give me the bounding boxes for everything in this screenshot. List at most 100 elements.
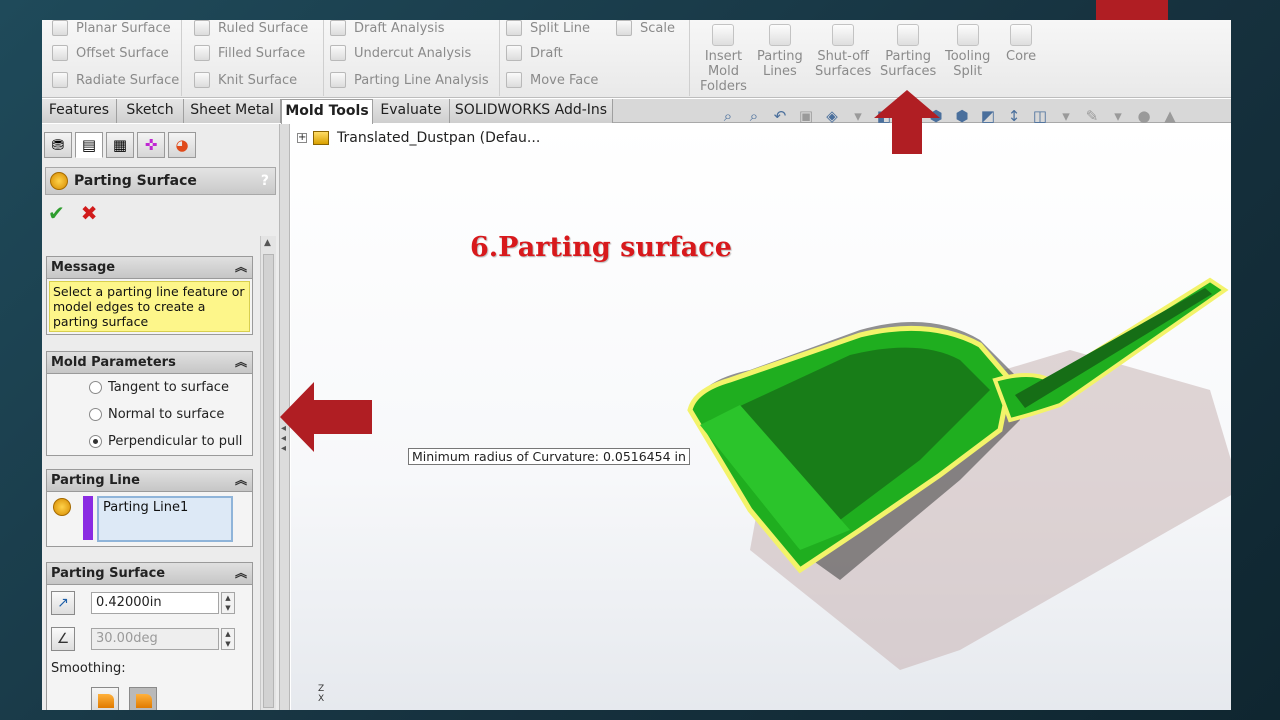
section-view-icon[interactable]: ▣ — [796, 106, 816, 126]
scale-button[interactable]: Scale — [616, 20, 675, 36]
ok-cancel-bar: ✔ ✖ — [48, 201, 98, 225]
parting-line-selection-box[interactable]: Parting Line1 — [97, 496, 233, 542]
parting-lines-label: Parting Lines — [757, 49, 803, 79]
dimxpert-tab[interactable]: ✜ — [137, 132, 165, 158]
tab-sheet-metal[interactable]: Sheet Metal — [184, 99, 281, 123]
perspective-icon[interactable]: ◩ — [978, 106, 998, 126]
parting-surface-group: Parting Surface ︽ ↗ 0.42000in ▲ ▼ ∠ 30.00d… — [46, 562, 253, 710]
tab-mold-tools[interactable]: Mold Tools — [281, 99, 373, 124]
tab-sketch[interactable]: Sketch — [117, 99, 184, 123]
scale-icon — [616, 20, 632, 36]
shaded-edges-icon[interactable]: ⬢ — [952, 106, 972, 126]
draft-analysis-button[interactable]: Draft Analysis — [330, 20, 444, 36]
property-manager-tab[interactable]: ▤ — [75, 132, 103, 158]
pull-direction-icon[interactable]: ↕ — [1004, 106, 1024, 126]
parting-surface-header[interactable]: Parting Surface ︽ — [47, 563, 252, 585]
parting-line-icon — [53, 498, 71, 516]
smooth-smoothing-button[interactable] — [129, 687, 157, 710]
angle-row: ∠ 30.00deg ▲ ▼ — [47, 621, 252, 657]
distance-spinner[interactable]: ▲ ▼ — [221, 592, 235, 614]
tree-root-label[interactable]: Translated_Dustpan (Defau... — [337, 130, 540, 146]
offset-surface-button[interactable]: Offset Surface — [52, 45, 169, 61]
radio-button[interactable] — [89, 408, 102, 421]
filled-surface-button[interactable]: Filled Surface — [194, 45, 305, 61]
help-button[interactable]: ? — [261, 173, 269, 189]
flyout-feature-tree[interactable]: + Translated_Dustpan (Defau... — [297, 130, 540, 146]
message-group-header[interactable]: Message ︽ — [47, 257, 252, 279]
display-manager-tab[interactable]: ◕ — [168, 132, 196, 158]
slide-title: 6.Parting surface — [470, 232, 732, 263]
distance-row: ↗ 0.42000in ▲ ▼ — [47, 585, 252, 621]
cancel-button[interactable]: ✖ — [81, 201, 98, 225]
parting-line-header[interactable]: Parting Line ︽ — [47, 470, 252, 492]
surface-group-2: Ruled Surface Filled Surface Knit Surfac… — [182, 20, 324, 96]
perpendicular-to-pull-option[interactable]: Perpendicular to pull — [47, 428, 252, 455]
parting-surfaces-button[interactable]: Parting Surfaces — [880, 24, 936, 79]
scroll-thumb[interactable] — [263, 254, 274, 708]
normal-to-surface-option[interactable]: Normal to surface — [47, 401, 252, 428]
scene-icon[interactable]: ● — [1134, 106, 1154, 126]
undercut-analysis-button[interactable]: Undercut Analysis — [330, 45, 471, 61]
tooling-split-button[interactable]: Tooling Split — [945, 24, 990, 79]
parting-surface-icon — [50, 172, 68, 190]
view-orientation-icon[interactable]: ◈ — [822, 106, 842, 126]
mold-parameters-header[interactable]: Mold Parameters ︽ — [47, 352, 252, 374]
dropdown-icon[interactable]: ▾ — [848, 106, 868, 126]
collapse-icon[interactable]: ︽ — [235, 563, 247, 584]
radiate-surface-button[interactable]: Radiate Surface — [52, 72, 179, 88]
view-settings-icon[interactable]: ▲ — [1160, 106, 1180, 126]
panel-scrollbar[interactable]: ▲ — [260, 236, 276, 710]
dropdown-3-icon[interactable]: ▾ — [1108, 106, 1128, 126]
scroll-up-icon[interactable]: ▲ — [264, 238, 271, 248]
collapse-icon[interactable]: ︽ — [235, 470, 247, 491]
sharp-smoothing-button[interactable] — [91, 687, 119, 710]
move-face-button[interactable]: Move Face — [506, 72, 598, 88]
tab-solidworks-addins[interactable]: SOLIDWORKS Add-Ins — [450, 99, 613, 123]
pointer-arrow-up — [874, 90, 940, 154]
planar-surface-icon — [52, 20, 68, 36]
feature-manager-tab[interactable]: ⛃ — [44, 132, 72, 158]
zoom-to-area-icon[interactable]: ⌕ — [744, 106, 764, 126]
angle-field[interactable]: 30.00deg — [91, 628, 219, 650]
distance-field[interactable]: 0.42000in — [91, 592, 219, 614]
solidworks-window: Planar Surface Offset Surface Radiate Su… — [42, 20, 1231, 710]
dustpan-model[interactable] — [600, 230, 1231, 700]
parting-line-selection: Parting Line1 — [47, 492, 252, 546]
radio-button-checked[interactable] — [89, 435, 102, 448]
smooth-icon — [136, 694, 152, 708]
display-icon: ◕ — [175, 136, 189, 154]
angle-spinner[interactable]: ▲ ▼ — [221, 628, 235, 650]
ruled-surface-button[interactable]: Ruled Surface — [194, 20, 308, 36]
parting-lines-button[interactable]: Parting Lines — [757, 24, 803, 79]
command-manager-ribbon: Planar Surface Offset Surface Radiate Su… — [42, 20, 1231, 98]
previous-view-icon[interactable]: ↶ — [770, 106, 790, 126]
expand-icon[interactable]: + — [297, 133, 307, 143]
feature-tree-icon: ⛃ — [51, 136, 65, 154]
collapse-icon[interactable]: ︽ — [235, 352, 247, 373]
shutoff-surfaces-button[interactable]: Shut-off Surfaces — [815, 24, 871, 79]
split-line-button[interactable]: Split Line — [506, 20, 590, 36]
knit-surface-button[interactable]: Knit Surface — [194, 72, 297, 88]
core-button[interactable]: Core — [1006, 24, 1036, 64]
tangent-to-surface-option[interactable]: Tangent to surface — [47, 374, 252, 401]
radio-button[interactable] — [89, 381, 102, 394]
planar-surface-button[interactable]: Planar Surface — [52, 20, 171, 36]
parting-line-analysis-icon — [330, 72, 346, 88]
insert-mold-folders-button[interactable]: Insert Mold Folders — [700, 24, 747, 94]
list-item[interactable]: Parting Line1 — [103, 500, 188, 515]
hide-show-icon[interactable]: ◫ — [1030, 106, 1050, 126]
dropdown-2-icon[interactable]: ▾ — [1056, 106, 1076, 126]
collapse-icon[interactable]: ︽ — [235, 257, 247, 278]
parting-surfaces-label: Parting Surfaces — [880, 49, 937, 79]
ok-button[interactable]: ✔ — [48, 201, 65, 225]
offset-surface-icon — [52, 45, 68, 61]
split-group: Split Line Draft Move Face Scale — [500, 20, 690, 96]
appearance-icon[interactable]: ✎ — [1082, 106, 1102, 126]
configuration-manager-tab[interactable]: ▦ — [106, 132, 134, 158]
parting-line-analysis-button[interactable]: Parting Line Analysis — [330, 72, 489, 88]
draft-button[interactable]: Draft — [506, 45, 563, 61]
surface-group-1: Planar Surface Offset Surface Radiate Su… — [42, 20, 182, 96]
tab-features[interactable]: Features — [42, 99, 117, 123]
tab-evaluate[interactable]: Evaluate — [373, 99, 450, 123]
zoom-to-fit-icon[interactable]: ⌕ — [718, 106, 738, 126]
